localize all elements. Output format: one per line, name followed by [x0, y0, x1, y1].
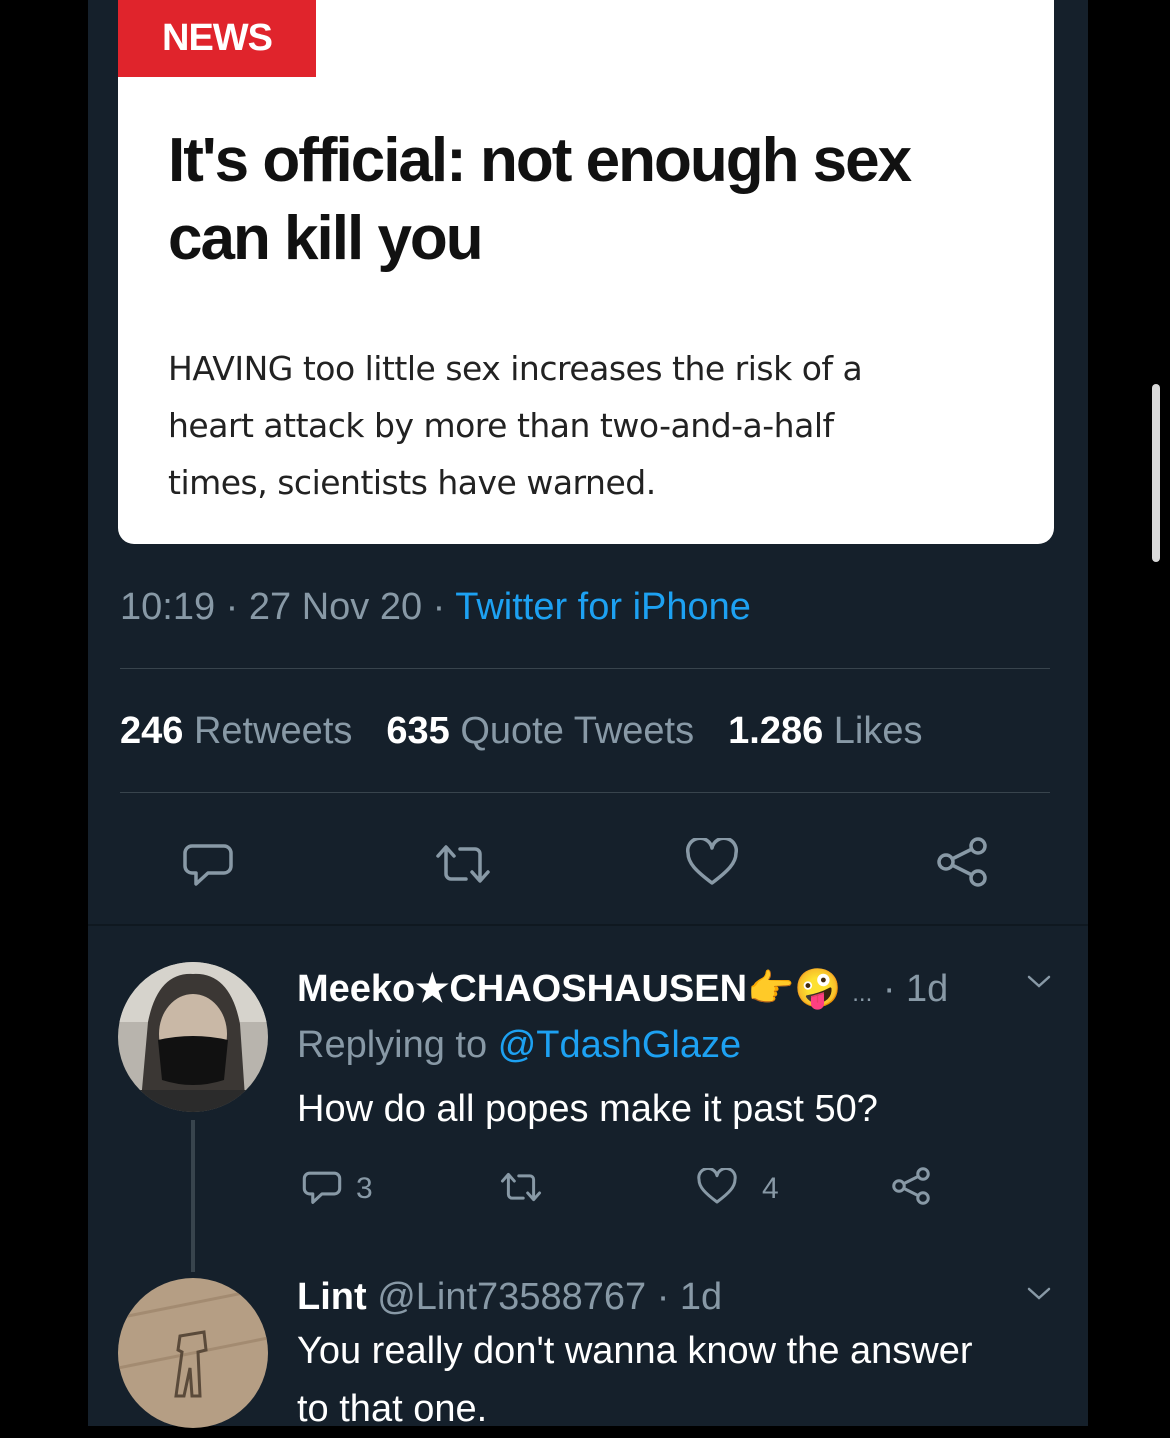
lede-line: heart attack by more than two-and-a-half	[168, 406, 834, 445]
quotes-count: 635	[386, 710, 450, 752]
retweets-stat[interactable]: 246 Retweets	[120, 710, 352, 752]
lede-line: HAVING too little sex increases the risk…	[168, 349, 863, 388]
chevron-down-icon[interactable]	[1026, 974, 1052, 995]
display-name: Lint	[297, 1276, 367, 1318]
reply-author[interactable]: Meeko★CHAOSHAUSEN👉🤪 ... · 1d	[297, 966, 948, 1011]
article-lede: HAVING too little sex increases the risk…	[168, 340, 1028, 511]
reply-icon[interactable]	[182, 840, 234, 888]
likes-count: 1.286	[728, 710, 824, 752]
news-tag: NEWS	[118, 0, 316, 77]
retweet-icon[interactable]	[498, 1170, 544, 1204]
chevron-down-icon[interactable]	[1026, 1286, 1052, 1307]
reply-text-line: You really don't wanna know the answer	[297, 1330, 973, 1372]
thread-line	[191, 1120, 195, 1272]
like-icon[interactable]	[696, 1168, 738, 1206]
replying-to: Replying to @TdashGlaze	[297, 1016, 741, 1074]
display-name: Meeko★CHAOSHAUSEN	[297, 968, 748, 1010]
retweet-icon[interactable]	[432, 842, 494, 886]
divider	[120, 792, 1050, 793]
headline-line: It's official: not enough sex	[168, 126, 912, 195]
tweet-meta: 10:19 · 27 Nov 20 · Twitter for iPhone	[120, 586, 751, 629]
reply-author[interactable]: Lint @Lint73588767 · 1d	[297, 1276, 722, 1319]
reply-count: 3	[356, 1172, 373, 1205]
avatar[interactable]	[118, 1278, 268, 1428]
headline-line: can kill you	[168, 204, 484, 273]
reply-text: How do all popes make it past 50?	[297, 1088, 878, 1130]
like-icon[interactable]	[684, 838, 740, 888]
tweet-time: 10:19	[120, 586, 216, 628]
divider	[88, 924, 1088, 926]
user-handle: @Lint73588767	[377, 1276, 647, 1318]
avatar[interactable]	[118, 962, 268, 1112]
quotes-stat[interactable]: 635 Quote Tweets	[386, 710, 694, 752]
tweet-source-link[interactable]: Twitter for iPhone	[455, 586, 751, 628]
article-headline: It's official: not enough sex can kill y…	[168, 122, 1028, 278]
retweets-label: Retweets	[193, 710, 353, 752]
quotes-label: Quote Tweets	[460, 710, 695, 752]
tweet-date: 27 Nov 20	[248, 586, 423, 628]
replying-prefix: Replying to	[297, 1024, 488, 1066]
tweet-stats: 246 Retweets 635 Quote Tweets 1.286 Likes	[120, 710, 923, 753]
share-icon[interactable]	[934, 836, 990, 888]
like-count: 4	[762, 1172, 779, 1205]
reply-age: · 1d	[656, 1276, 723, 1318]
share-icon[interactable]	[890, 1166, 932, 1206]
meta-separator: ·	[422, 586, 456, 628]
replying-handle-link[interactable]: @TdashGlaze	[498, 1024, 741, 1066]
reply-age: · 1d	[882, 968, 949, 1010]
reply-icon[interactable]	[302, 1168, 342, 1206]
lede-line: times, scientists have warned.	[168, 463, 656, 502]
news-article-card[interactable]: NEWS It's official: not enough sex can k…	[118, 0, 1054, 544]
retweets-count: 246	[120, 710, 184, 752]
truncation-ellipsis: ...	[852, 980, 873, 1007]
reply-text: You really don't wanna know the answer t…	[297, 1322, 1057, 1438]
meta-separator: ·	[215, 586, 249, 628]
likes-label: Likes	[833, 710, 923, 752]
reply-text-line: to that one.	[297, 1388, 488, 1430]
name-emoji: 👉🤪	[747, 968, 842, 1010]
divider	[120, 668, 1050, 669]
scrollbar[interactable]	[1152, 384, 1160, 562]
likes-stat[interactable]: 1.286 Likes	[728, 710, 922, 752]
